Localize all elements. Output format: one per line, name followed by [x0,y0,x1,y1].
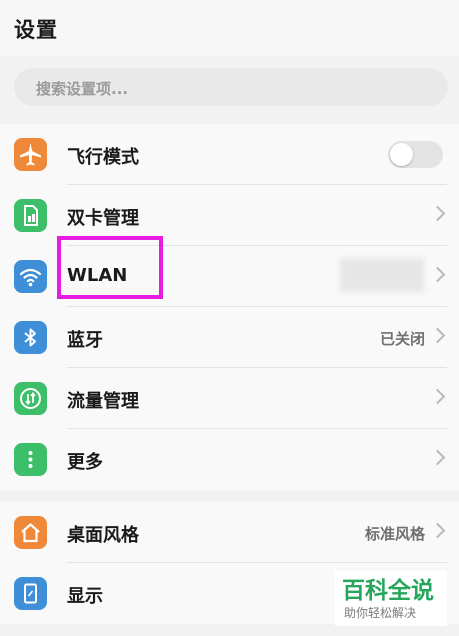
airplane-mode-toggle[interactable] [388,141,443,168]
top-bar: 设置 [0,0,459,56]
chevron-right-icon [429,205,446,222]
sim-card-icon [14,199,47,232]
highlight-box [57,236,163,299]
watermark-subtitle: 助你轻松解决 [344,606,417,620]
data-usage-icon [14,382,47,415]
search-placeholder: 搜索设置项... [36,80,129,98]
chevron-right-icon [429,522,446,539]
settings-item-bluetooth[interactable]: 蓝牙 已关闭 [0,307,459,368]
settings-item-label: 流量管理 [67,391,139,412]
settings-group-connectivity: 飞行模式 双卡管理 WLAN 蓝牙 已关闭 流量管理 更多 [0,124,459,490]
wifi-icon [14,260,47,293]
chevron-right-icon [429,266,446,283]
redacted-wifi-name [340,258,424,292]
search-input[interactable]: 搜索设置项... [14,68,448,106]
settings-item-label: 显示 [67,586,103,607]
bluetooth-status: 已关闭 [379,330,425,348]
watermark-title: 百科全说 [342,578,434,604]
bluetooth-icon [14,321,47,354]
settings-item-airplane-mode[interactable]: 飞行模式 [0,124,459,185]
settings-item-home-style[interactable]: 桌面风格 标准风格 [0,502,459,563]
airplane-icon [14,138,47,171]
settings-item-label: 飞行模式 [67,147,139,168]
settings-item-label: 更多 [67,452,103,473]
settings-item-label: 桌面风格 [67,525,139,546]
display-icon [14,577,47,610]
settings-item-more[interactable]: 更多 [0,429,459,490]
more-dots-icon [14,443,47,476]
chevron-right-icon [429,327,446,344]
watermark: 百科全说 助你轻松解决 [335,571,447,626]
home-icon [14,516,47,549]
chevron-right-icon [429,449,446,466]
home-style-value: 标准风格 [364,525,425,543]
toggle-knob [390,143,413,166]
settings-item-label: 双卡管理 [67,208,139,229]
settings-item-data-usage[interactable]: 流量管理 [0,368,459,429]
page-title: 设置 [14,18,58,42]
settings-item-label: 蓝牙 [67,330,103,351]
chevron-right-icon [429,388,446,405]
